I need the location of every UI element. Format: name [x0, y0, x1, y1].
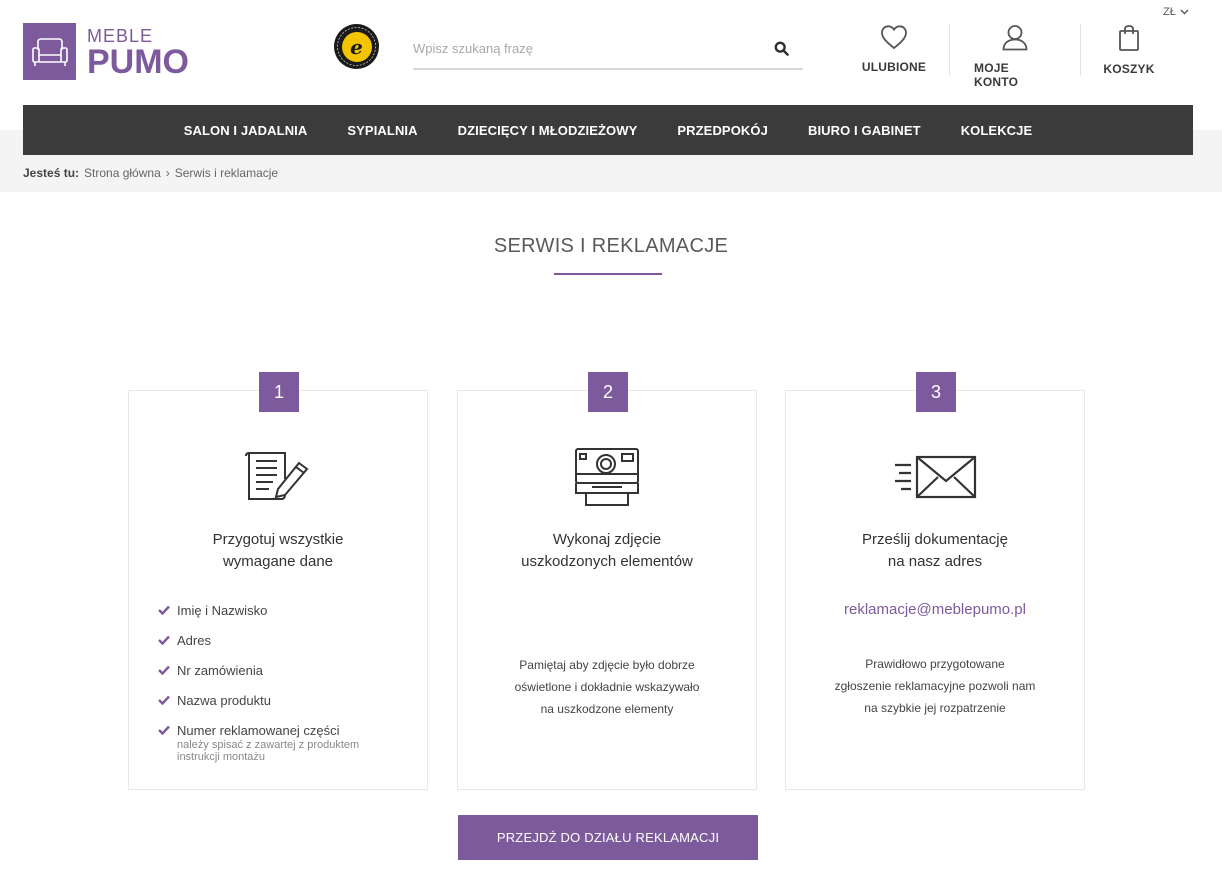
nav-item-przedpokoj[interactable]: PRZEDPOKÓJ: [677, 123, 768, 138]
user-icon: [1002, 25, 1028, 51]
envelope-send-icon: [786, 455, 1084, 499]
step-note-line: Prawidłowo przygotowane: [865, 657, 1005, 671]
list-item: Numer reklamowanej części należy spisać …: [158, 723, 359, 763]
search-icon[interactable]: [769, 36, 793, 60]
list-item-text: Numer reklamowanej części: [177, 723, 340, 738]
nav-item-dzieciecy[interactable]: DZIECIĘCY I MŁODZIEŻOWY: [458, 123, 638, 138]
trusted-ring-icon: [337, 27, 376, 66]
list-item-text: Nr zamówienia: [177, 663, 263, 678]
nav-item-biuro[interactable]: BIURO I GABINET: [808, 123, 921, 138]
check-icon: [158, 635, 170, 645]
check-icon: [158, 665, 170, 675]
title-underline: [554, 273, 662, 275]
breadcrumb: Jesteś tu: Strona główna › Serwis i rekl…: [23, 166, 278, 180]
step-title: Przygotuj wszystkie wymagane dane: [129, 529, 427, 573]
step-title-line: uszkodzonych elementów: [521, 553, 693, 570]
step-title-line: wymagane dane: [222, 553, 334, 570]
document-edit-icon: [129, 447, 427, 503]
currency-selector[interactable]: ZŁ: [1163, 6, 1189, 18]
step-title-line: na nasz adres: [887, 553, 983, 570]
search-input[interactable]: [413, 30, 769, 66]
chevron-down-icon: [1180, 9, 1189, 15]
site-logo[interactable]: MEBLE PUMO: [23, 23, 189, 80]
step-title-line: Wykonaj zdjęcie: [552, 531, 662, 548]
step-card-3: 3 Prześlij dokumentację na nasz adres re…: [785, 372, 1085, 790]
heart-icon: [881, 25, 907, 50]
list-item: Imię i Nazwisko: [158, 603, 359, 619]
list-item-subtext: instrukcji montażu: [177, 751, 266, 763]
go-to-complaints-button[interactable]: PRZEJDŹ DO DZIAŁU REKLAMACJI: [458, 815, 758, 860]
list-item-subtext: należy spisać z zawartej z produktem: [177, 739, 360, 751]
step-number-badge: 1: [259, 372, 299, 412]
main-navigation: SALON I JADALNIA SYPIALNIA DZIECIĘCY I M…: [23, 105, 1193, 155]
nav-item-salon[interactable]: SALON I JADALNIA: [184, 123, 308, 138]
favorites-button[interactable]: ULUBIONE: [862, 24, 926, 74]
list-item: Nazwa produktu: [158, 693, 359, 709]
check-icon: [158, 605, 170, 615]
nav-item-kolekcje[interactable]: KOLEKCJE: [961, 123, 1033, 138]
header-divider: [949, 24, 950, 76]
search-bar: [413, 28, 803, 70]
page-title: SERWIS I REKLAMACJE: [493, 235, 729, 257]
list-item: Adres: [158, 633, 359, 649]
step-card-1: 1 Przygotuj wszystkie wymagane dane Imię…: [128, 372, 428, 790]
nav-item-sypialnia[interactable]: SYPIALNIA: [347, 123, 417, 138]
logo-line2: PUMO: [87, 42, 189, 81]
step-note-line: oświetlone i dokładnie wskazywało: [514, 680, 700, 694]
step-title-line: Przygotuj wszystkie: [212, 531, 344, 548]
step-title: Prześlij dokumentację na nasz adres: [786, 529, 1084, 573]
step-note: Pamiętaj aby zdjęcie było dobrze oświetl…: [458, 654, 756, 720]
list-item: Nr zamówienia: [158, 663, 359, 679]
required-data-list: Imię i Nazwisko Adres Nr zamówienia Nazw…: [158, 603, 359, 777]
cart-button[interactable]: KOSZYK: [1102, 24, 1156, 76]
account-label: MOJE KONTO: [974, 61, 1019, 89]
step-note-line: zgłoszenie reklamacyjne pozwoli nam: [834, 679, 1036, 693]
step-note: Prawidłowo przygotowane zgłoszenie rekla…: [786, 653, 1084, 719]
logo-line1: MEBLE: [87, 25, 154, 46]
cart-label: KOSZYK: [1103, 62, 1155, 76]
step-note-line: Pamiętaj aby zdjęcie było dobrze: [519, 658, 695, 672]
step-title-line: Prześlij dokumentację: [862, 531, 1008, 548]
list-item-text: Imię i Nazwisko: [177, 603, 268, 618]
shopping-bag-icon: [1119, 25, 1139, 51]
header-divider: [1080, 24, 1081, 76]
armchair-logo-icon: [23, 23, 76, 80]
currency-label: ZŁ: [1163, 6, 1176, 18]
trusted-shops-badge[interactable]: e: [334, 24, 379, 69]
instant-camera-icon: [458, 447, 756, 507]
check-icon: [158, 725, 170, 735]
list-item-text: Adres: [177, 633, 211, 648]
account-button[interactable]: MOJE KONTO: [974, 24, 1056, 89]
step-number-badge: 2: [588, 372, 628, 412]
breadcrumb-home-link[interactable]: Strona główna: [84, 166, 161, 180]
check-icon: [158, 695, 170, 705]
breadcrumb-lead: Jesteś tu:: [23, 166, 80, 180]
step-note-line: na szybkie jej rozpatrzenie: [864, 701, 1006, 715]
step-card-2: 2 Wykonaj zdjęcie uszkodzonych elementów…: [457, 372, 757, 790]
step-note-line: na uszkodzone elementy: [540, 702, 674, 716]
step-number-badge: 3: [916, 372, 956, 412]
breadcrumb-current: Serwis i reklamacje: [174, 166, 279, 180]
step-title: Wykonaj zdjęcie uszkodzonych elementów: [458, 529, 756, 573]
complaint-email-link[interactable]: reklamacje@meblepumo.pl: [786, 601, 1084, 618]
breadcrumb-separator: ›: [165, 166, 170, 180]
list-item-text: Nazwa produktu: [177, 693, 271, 708]
favorites-label: ULUBIONE: [861, 60, 927, 74]
